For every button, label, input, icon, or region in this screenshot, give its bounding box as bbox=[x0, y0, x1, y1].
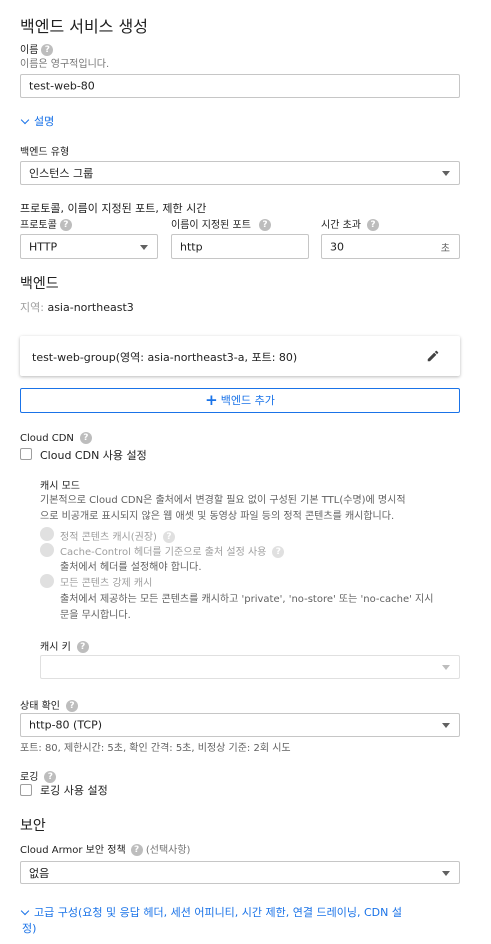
region-row: 지역: asia-northeast3 bbox=[20, 299, 134, 315]
dropdown-arrow-icon bbox=[442, 723, 450, 728]
backend-type-value: 인스턴스 그룹 bbox=[29, 167, 94, 180]
cdn-checkbox-label[interactable]: Cloud CDN 사용 설정 bbox=[40, 447, 147, 463]
cdn-checkbox[interactable] bbox=[20, 448, 32, 460]
armor-label: Cloud Armor 보안 정책 bbox=[20, 845, 126, 856]
armor-policy-select[interactable]: 없음 bbox=[20, 861, 460, 884]
cache-mode-desc-1: 기본적으로 Cloud CDN은 출처에서 변경할 필요 없이 구성된 기본 T… bbox=[40, 495, 406, 506]
name-hint: 이름은 영구적입니다. bbox=[20, 59, 110, 70]
option-force-label: 모든 콘텐츠 강제 캐시 bbox=[60, 578, 153, 589]
protocol-label-row: 프로토콜? bbox=[20, 216, 72, 231]
cdn-label: Cloud CDN bbox=[20, 433, 74, 444]
health-check-select[interactable]: http-80 (TCP) bbox=[20, 713, 460, 737]
logging-label-row: 로깅? bbox=[20, 768, 57, 783]
dropdown-arrow-icon bbox=[140, 244, 148, 250]
radio-static[interactable] bbox=[40, 527, 54, 541]
option-header-row: Cache-Control 헤더를 기준으로 출처 설정 사용? bbox=[60, 543, 285, 558]
name-input[interactable]: test-web-80 bbox=[20, 74, 460, 98]
named-port-label: 이름이 지정된 포트 bbox=[171, 220, 251, 231]
dropdown-arrow-icon bbox=[442, 870, 450, 876]
advanced-config-line1: 고급 구성(요청 및 응답 헤더, 세션 어피니티, 시간 제한, 연결 드레이… bbox=[34, 906, 402, 919]
logging-label: 로깅 bbox=[20, 772, 39, 783]
protocol-section-title: 프로토콜, 이름이 지정된 포트, 제한 시간 bbox=[20, 202, 207, 215]
add-backend-label: 백엔드 추가 bbox=[220, 394, 275, 407]
backend-item-label: test-web-group(영역: asia-northeast3-a, 포트… bbox=[32, 351, 298, 364]
timeout-value: 30 bbox=[330, 240, 344, 253]
cache-mode-title: 캐시 모드 bbox=[40, 481, 80, 492]
option-force-desc-2: 문을 무시합니다. bbox=[60, 610, 131, 621]
timeout-input[interactable]: 30 초 bbox=[321, 234, 460, 259]
edit-icon[interactable] bbox=[426, 349, 440, 363]
option-header-label: Cache-Control 헤더를 기준으로 출처 설정 사용 bbox=[60, 547, 267, 558]
health-check-summary: 포트: 80, 제한시간: 5초, 확인 간격: 5초, 비정상 기준: 2회 … bbox=[20, 743, 291, 754]
cache-key-label-row: 캐시 키? bbox=[40, 638, 89, 653]
help-icon[interactable]: ? bbox=[130, 844, 143, 856]
dropdown-arrow-icon bbox=[442, 665, 450, 670]
timeout-unit: 초 bbox=[440, 243, 450, 254]
help-icon[interactable]: ? bbox=[65, 700, 78, 712]
backend-type-label: 백엔드 유형 bbox=[20, 147, 70, 158]
name-label-row: 이름? bbox=[20, 41, 54, 56]
option-static-label: 정적 콘텐츠 캐시(권장) bbox=[60, 532, 157, 543]
chevron-down-icon bbox=[20, 906, 30, 916]
armor-label-row: Cloud Armor 보안 정책? (선택사항) bbox=[20, 841, 190, 856]
page-title: 백엔드 서비스 생성 bbox=[20, 17, 148, 36]
logging-checkbox-label[interactable]: 로깅 사용 설정 bbox=[40, 782, 108, 798]
option-force-desc-1: 출처에서 제공하는 모든 콘텐츠를 캐시하고 'private', 'no-st… bbox=[60, 594, 434, 605]
armor-policy-value: 없음 bbox=[29, 866, 50, 880]
help-icon: ? bbox=[272, 546, 285, 558]
backends-title: 백엔드 bbox=[20, 276, 59, 292]
description-toggle-label: 설명 bbox=[34, 115, 55, 128]
backend-type-select[interactable]: 인스턴스 그룹 bbox=[20, 161, 460, 185]
chevron-down-icon bbox=[20, 115, 30, 125]
named-port-value: http bbox=[180, 240, 203, 253]
region-label: 지역: bbox=[20, 301, 44, 314]
option-header-desc: 출처에서 헤더를 설정해야 합니다. bbox=[60, 562, 202, 573]
cdn-label-row: Cloud CDN? bbox=[20, 432, 92, 444]
region-value: asia-northeast3 bbox=[47, 301, 134, 314]
cache-mode-desc-2: 으로 비공개로 표시되지 않은 웹 애셋 및 동영상 파일 등의 정적 콘텐츠를… bbox=[40, 511, 395, 522]
radio-force[interactable] bbox=[40, 574, 54, 588]
help-icon[interactable]: ? bbox=[366, 219, 379, 231]
name-input-value: test-web-80 bbox=[29, 79, 95, 93]
help-icon[interactable]: ? bbox=[79, 432, 92, 444]
named-port-label-row: 이름이 지정된 포트? bbox=[171, 216, 271, 231]
help-icon[interactable]: ? bbox=[59, 219, 72, 231]
protocol-value: HTTP bbox=[29, 240, 58, 253]
timeout-label-row: 시간 초과? bbox=[321, 216, 379, 231]
cache-key-select[interactable] bbox=[40, 655, 460, 679]
help-icon[interactable]: ? bbox=[258, 219, 271, 231]
help-icon[interactable]: ? bbox=[76, 641, 89, 653]
health-check-label: 상태 확인 bbox=[20, 701, 60, 712]
timeout-label: 시간 초과 bbox=[321, 220, 361, 231]
health-check-value: http-80 (TCP) bbox=[29, 718, 103, 732]
protocol-select[interactable]: HTTP bbox=[20, 234, 158, 259]
help-icon: ? bbox=[162, 531, 175, 543]
armor-optional: (선택사항) bbox=[145, 845, 191, 856]
plus-icon: + bbox=[205, 391, 218, 409]
advanced-config-toggle[interactable]: 고급 구성(요청 및 응답 헤더, 세션 어피니티, 시간 제한, 연결 드레이… bbox=[20, 905, 462, 937]
add-backend-button[interactable]: + 백엔드 추가 bbox=[20, 388, 460, 413]
advanced-config-line2: 정) bbox=[22, 922, 37, 935]
named-port-input[interactable]: http bbox=[171, 234, 309, 259]
cache-key-label: 캐시 키 bbox=[40, 642, 71, 653]
dropdown-arrow-icon bbox=[442, 171, 450, 176]
description-toggle[interactable]: 설명 bbox=[20, 113, 55, 129]
logging-checkbox[interactable] bbox=[20, 784, 32, 796]
option-static-row: 정적 콘텐츠 캐시(권장)? bbox=[60, 528, 175, 543]
security-title: 보안 bbox=[20, 818, 46, 834]
protocol-label: 프로토콜 bbox=[20, 220, 57, 231]
backend-item-card[interactable]: test-web-group(영역: asia-northeast3-a, 포트… bbox=[20, 336, 460, 376]
health-check-label-row: 상태 확인? bbox=[20, 697, 78, 712]
radio-header[interactable] bbox=[40, 543, 54, 557]
